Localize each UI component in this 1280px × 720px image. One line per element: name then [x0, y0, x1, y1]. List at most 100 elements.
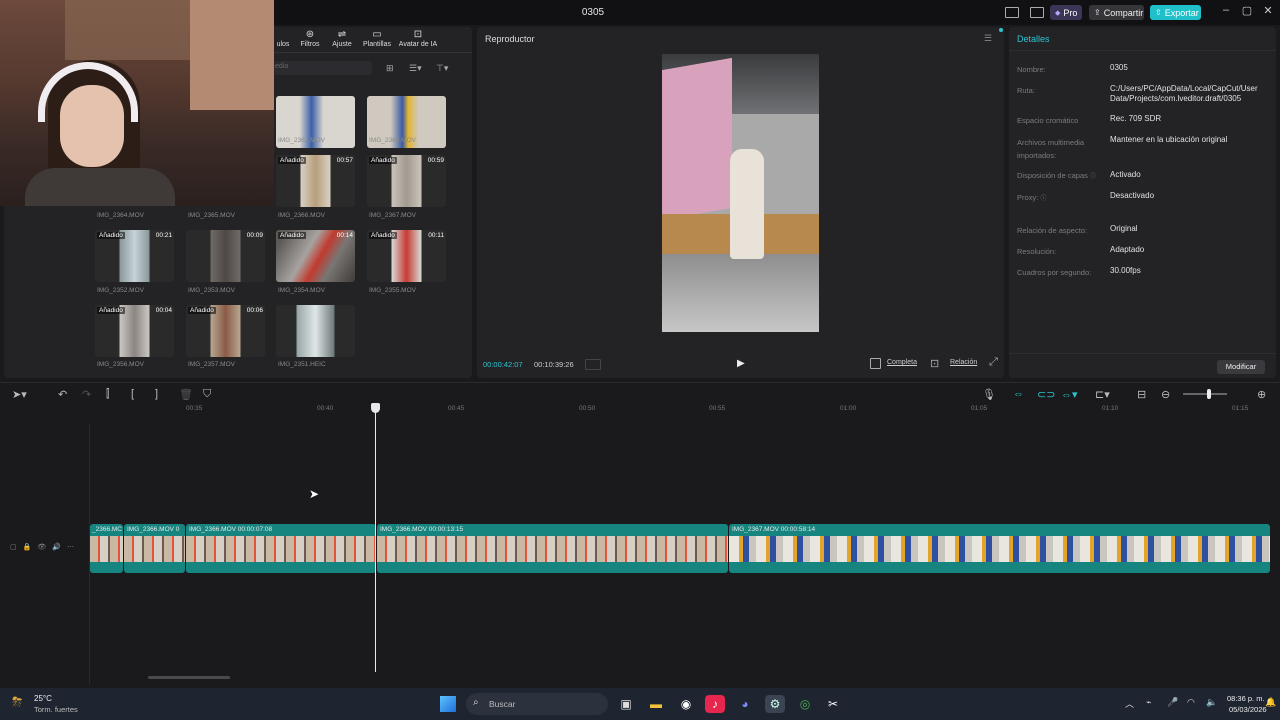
- media-item[interactable]: Añadido 00:57: [276, 155, 355, 207]
- detail-value: C:/Users/PC/AppData/Local/CapCut/User Da…: [1110, 84, 1258, 103]
- redo-icon[interactable]: ↷: [82, 388, 91, 401]
- zoom-in-icon[interactable]: ⊕: [1257, 388, 1266, 401]
- file-explorer-icon[interactable]: ▬: [646, 695, 666, 713]
- weather-icon[interactable]: ⛈: [12, 694, 22, 710]
- tiktok-icon[interactable]: ♪: [705, 695, 725, 713]
- tab-adjust[interactable]: ⇌ Ajuste: [330, 29, 354, 48]
- play-icon[interactable]: ▶: [737, 358, 745, 369]
- search-box[interactable]: ⌕ Buscar: [466, 693, 608, 715]
- snap-link-icon[interactable]: ⇔: [1013, 388, 1024, 400]
- layout-icon[interactable]: [1005, 7, 1019, 18]
- captions-icon: [273, 29, 293, 40]
- preview-axis-icon[interactable]: ⊏▾: [1095, 388, 1110, 401]
- export-button[interactable]: ⇧ Exportar: [1150, 5, 1201, 20]
- more-icon[interactable]: ⋯: [67, 544, 80, 551]
- tab-captions[interactable]: ulos: [273, 29, 293, 48]
- info-icon[interactable]: ⓘ: [1090, 174, 1096, 180]
- tab-ai-avatar[interactable]: ⊡ Avatar de IA: [397, 29, 439, 48]
- aspect-ratio-button[interactable]: Relación: [950, 359, 977, 366]
- share-button[interactable]: ⇪ Compartir: [1089, 5, 1144, 20]
- crop-icon[interactable]: ⊡: [930, 357, 939, 370]
- select-tool-icon[interactable]: ➤▾: [12, 388, 27, 401]
- task-view-icon[interactable]: ▣: [616, 695, 636, 713]
- timecode-toggle-icon[interactable]: [585, 359, 601, 370]
- trim-right-icon[interactable]: ]: [155, 388, 158, 400]
- media-item[interactable]: Añadido 00:06: [186, 305, 265, 357]
- magnet-icon[interactable]: ⊂⊃: [1037, 388, 1055, 401]
- tab-templates[interactable]: ▭ Plantillas: [360, 29, 394, 48]
- split-icon[interactable]: ⫿: [106, 388, 110, 401]
- ruler-tick-label: 00:40: [317, 405, 334, 412]
- close-button[interactable]: ✕: [1258, 4, 1278, 20]
- wifi-icon[interactable]: ◠: [1187, 697, 1195, 708]
- clock-date[interactable]: 05/03/2026: [1229, 705, 1267, 714]
- media-item[interactable]: [276, 305, 355, 357]
- details-panel: [1009, 27, 1276, 378]
- grid-view-icon[interactable]: ⊞: [386, 63, 394, 74]
- timeline-scrollbar[interactable]: [148, 676, 230, 679]
- eye-icon[interactable]: 👁: [37, 544, 52, 551]
- chrome-icon[interactable]: ◎: [795, 695, 815, 713]
- marker-icon[interactable]: ⛉: [203, 388, 211, 401]
- minimize-button[interactable]: –: [1216, 4, 1236, 20]
- ruler-tick-label: 01:00: [840, 405, 857, 412]
- fullscreen-icon[interactable]: ⤢: [989, 356, 998, 369]
- start-icon[interactable]: [440, 696, 456, 712]
- tray-chevron-icon[interactable]: ︿: [1125, 697, 1134, 710]
- adjust-icon: ⇌: [337, 29, 347, 40]
- clock-time[interactable]: 08:36 p. m.: [1227, 694, 1265, 703]
- media-item[interactable]: Añadido 00:59: [367, 155, 446, 207]
- media-item-name: IMG_2355.MOV: [369, 287, 416, 294]
- details-divider: [1009, 50, 1276, 51]
- app-icon[interactable]: ◉: [676, 695, 696, 713]
- lock-icon[interactable]: 🔒: [23, 544, 38, 551]
- playhead-handle[interactable]: [371, 403, 380, 413]
- media-search-input[interactable]: edia: [274, 61, 372, 75]
- full-quality-button[interactable]: Completa: [887, 359, 917, 366]
- microphone-icon[interactable]: 🎙: [982, 388, 996, 401]
- cover-icon[interactable]: ▢: [10, 544, 23, 551]
- clip-label: IMG_2366.MOV 00:00:07:08: [189, 526, 273, 533]
- clip-label: IMG_2367.MOV 00:00:58:14: [732, 526, 816, 533]
- network-icon[interactable]: ⌁: [1146, 697, 1151, 708]
- keyboard-icon[interactable]: [1030, 7, 1044, 18]
- media-item[interactable]: Añadido 00:21: [95, 230, 174, 282]
- detail-label: Resolución:: [1017, 247, 1057, 256]
- media-item-name: IMG_2365.MOV: [188, 212, 235, 219]
- total-time: 00:10:39:26: [534, 360, 574, 369]
- tab-filters[interactable]: ⊛ Filtros: [298, 29, 322, 48]
- mic-tray-icon[interactable]: 🎤: [1167, 697, 1178, 708]
- filter-icon[interactable]: ⊤▾: [436, 63, 448, 74]
- caption-icon[interactable]: ⊟: [1137, 388, 1146, 401]
- volume-icon[interactable]: 🔈: [1206, 697, 1217, 708]
- media-divider: [274, 52, 472, 53]
- compare-icon[interactable]: [870, 358, 881, 369]
- undo-icon[interactable]: ↶: [58, 388, 67, 401]
- player-menu-icon[interactable]: ☰: [984, 33, 992, 44]
- modify-button[interactable]: Modificar: [1217, 360, 1265, 374]
- playhead[interactable]: [375, 404, 376, 672]
- media-item[interactable]: Añadido 00:04: [95, 305, 174, 357]
- detail-value: Desactivado: [1110, 191, 1155, 200]
- media-item[interactable]: Añadido 00:11: [367, 230, 446, 282]
- audio-icon[interactable]: 🔊: [52, 544, 67, 551]
- info-icon[interactable]: ⓘ: [1040, 196, 1046, 202]
- media-item-name: IMG_2354.MOV: [278, 287, 325, 294]
- sort-icon[interactable]: ☰▾: [409, 63, 422, 74]
- media-item[interactable]: 00:09: [186, 230, 265, 282]
- delete-icon[interactable]: 🗑: [179, 388, 193, 401]
- zoom-slider[interactable]: [1183, 389, 1227, 399]
- trim-left-icon[interactable]: [: [131, 388, 134, 400]
- linkage-icon[interactable]: ⇔▾: [1061, 388, 1078, 401]
- maximize-button[interactable]: ▢: [1237, 4, 1257, 20]
- zoom-out-icon[interactable]: ⊖: [1161, 388, 1170, 401]
- current-time: 00:00:42:07: [483, 360, 523, 369]
- media-item[interactable]: Añadido 00:14: [276, 230, 355, 282]
- notification-icon[interactable]: 🔔: [1265, 697, 1276, 708]
- discord-icon[interactable]: ◕: [735, 695, 755, 713]
- detail-label: Disposición de capas ⓘ: [1017, 171, 1096, 180]
- pro-button[interactable]: ◆ Pro: [1050, 5, 1082, 20]
- capcut-icon[interactable]: ✂: [823, 695, 843, 713]
- zoom-slider-handle[interactable]: [1207, 389, 1211, 399]
- steam-icon[interactable]: ⚙: [765, 695, 785, 713]
